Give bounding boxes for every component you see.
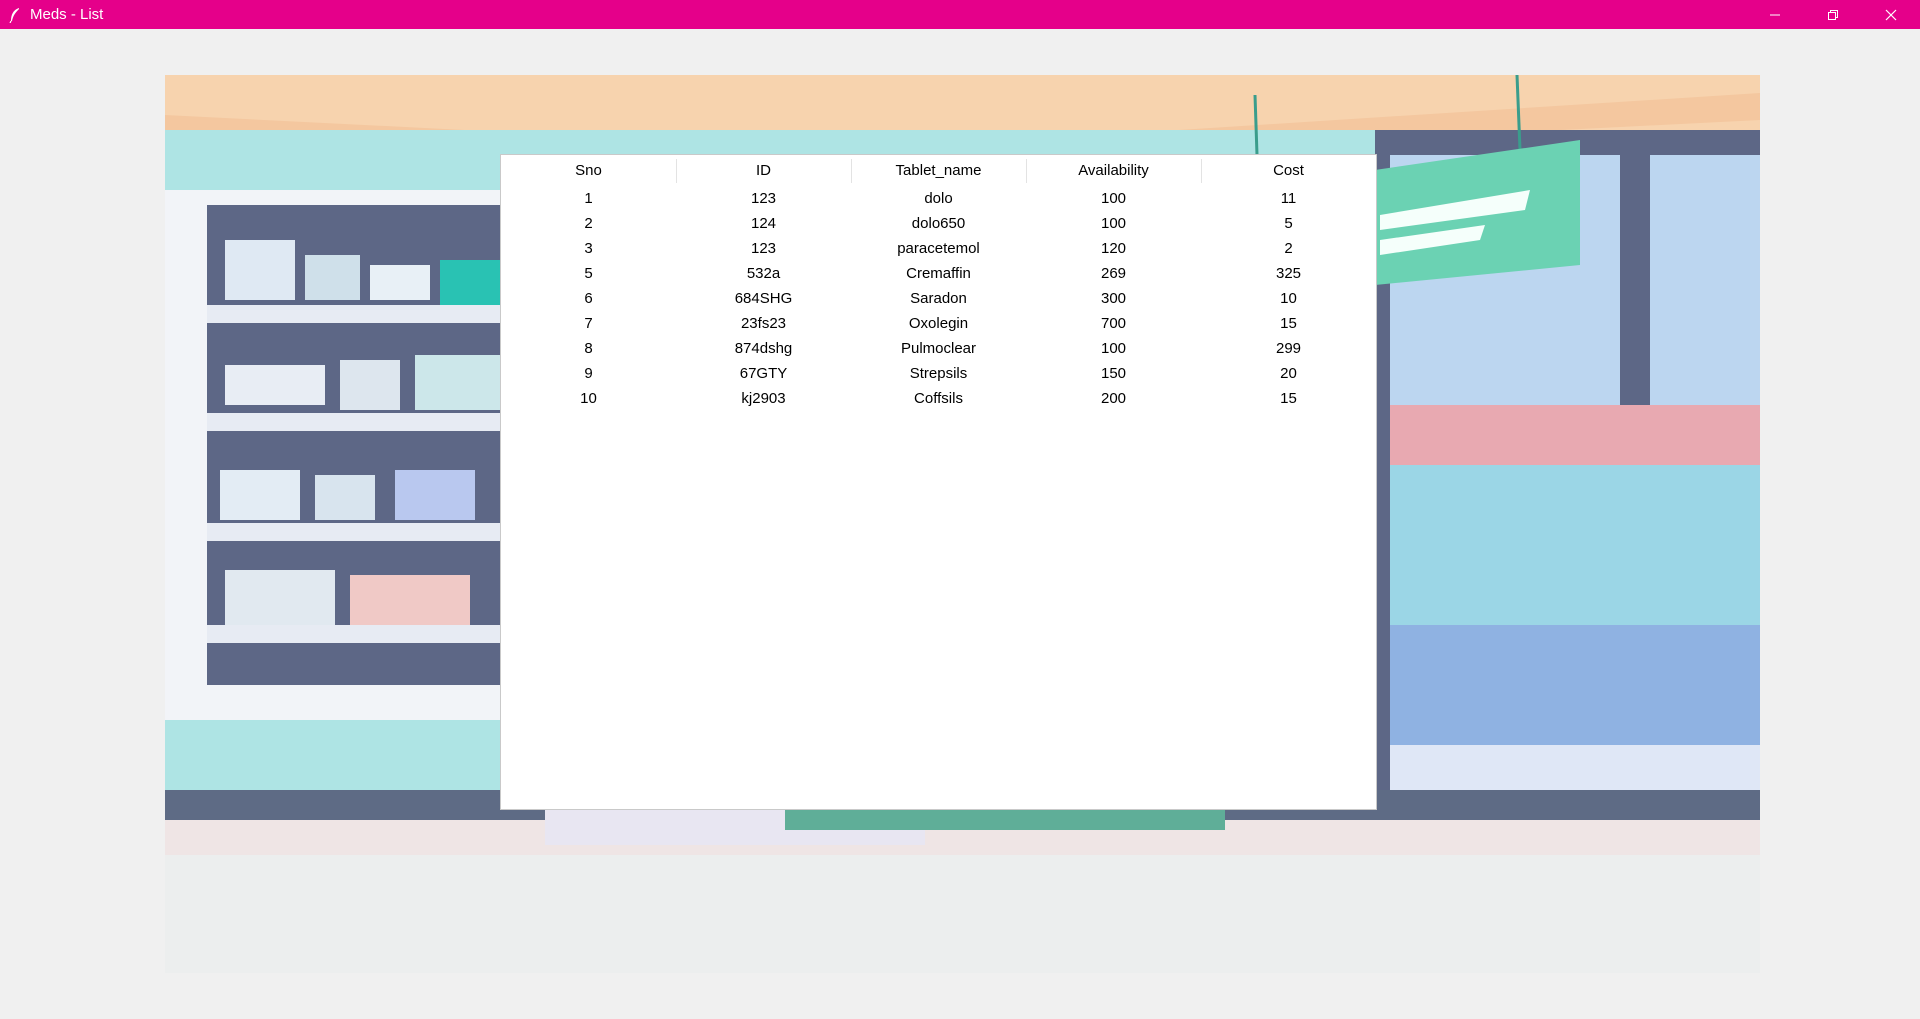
cell-availability: 300 <box>1100 290 1127 307</box>
cell-sno: 7 <box>584 315 593 332</box>
close-icon <box>1885 9 1897 20</box>
column-header-cost[interactable]: Cost <box>1201 155 1376 186</box>
table-row[interactable]: 5 532a Cremaffin 269 325 <box>501 261 1376 286</box>
cell-tablet-name: Saradon <box>910 290 967 307</box>
table-row[interactable]: 8 874dshg Pulmoclear 100 299 <box>501 336 1376 361</box>
cell-tablet-name: dolo650 <box>911 215 966 232</box>
cell-cost: 15 <box>1280 390 1297 407</box>
column-header-id[interactable]: ID <box>676 155 851 186</box>
close-button[interactable] <box>1862 0 1920 29</box>
cell-cost: 2 <box>1284 240 1293 257</box>
cell-cost: 10 <box>1280 290 1297 307</box>
cell-id: 124 <box>750 215 777 232</box>
cell-availability: 700 <box>1100 315 1127 332</box>
cell-tablet-name: dolo <box>924 190 953 207</box>
cell-sno: 5 <box>584 265 593 282</box>
table-row[interactable]: 2 124 dolo650 100 5 <box>501 211 1376 236</box>
feather-icon <box>6 6 24 24</box>
column-header-tablet-name[interactable]: Tablet_name <box>851 155 1026 186</box>
table-row[interactable]: 1 123 dolo 100 11 <box>501 186 1376 211</box>
cell-tablet-name: paracetemol <box>897 240 980 257</box>
cell-sno: 8 <box>584 340 593 357</box>
cell-cost: 11 <box>1280 190 1297 207</box>
cell-cost: 325 <box>1275 265 1302 282</box>
minimize-icon <box>1770 14 1780 15</box>
cell-tablet-name: Cremaffin <box>906 265 971 282</box>
restore-button[interactable] <box>1804 0 1862 29</box>
cell-availability: 200 <box>1100 390 1127 407</box>
cell-id: 123 <box>750 190 777 207</box>
cell-cost: 299 <box>1275 340 1302 357</box>
column-header-availability[interactable]: Availability <box>1026 155 1201 186</box>
window-controls <box>1746 0 1920 29</box>
table-row[interactable]: 9 67GTY Strepsils 150 20 <box>501 361 1376 386</box>
cell-cost: 5 <box>1284 215 1293 232</box>
cell-availability: 100 <box>1100 340 1127 357</box>
cell-availability: 100 <box>1100 215 1127 232</box>
cell-availability: 120 <box>1100 240 1127 257</box>
meds-table: Sno ID Tablet_name Availability Cost 1 1… <box>501 155 1376 411</box>
meds-table-panel: Sno ID Tablet_name Availability Cost 1 1… <box>500 154 1377 810</box>
window-title: Meds - List <box>30 6 104 23</box>
table-row[interactable]: 10 kj2903 Coffsils 200 15 <box>501 386 1376 411</box>
cell-availability: 269 <box>1100 265 1127 282</box>
cell-sno: 9 <box>584 365 593 382</box>
restore-icon <box>1828 9 1838 20</box>
table-row[interactable]: 7 23fs23 Oxolegin 700 15 <box>501 311 1376 336</box>
cell-tablet-name: Oxolegin <box>908 315 969 332</box>
cell-tablet-name: Strepsils <box>909 365 968 382</box>
cell-id: 532a <box>746 265 781 282</box>
cell-id: 67GTY <box>739 365 788 382</box>
cell-availability: 150 <box>1100 365 1127 382</box>
cell-id: 123 <box>750 240 777 257</box>
table-row[interactable]: 6 684SHG Saradon 300 10 <box>501 286 1376 311</box>
cell-sno: 6 <box>584 290 593 307</box>
cell-tablet-name: Coffsils <box>914 390 963 407</box>
cell-sno: 10 <box>580 390 597 407</box>
table-row[interactable]: 3 123 paracetemol 120 2 <box>501 236 1376 261</box>
cell-sno: 2 <box>584 215 593 232</box>
cell-tablet-name: Pulmoclear <box>900 340 977 357</box>
cell-cost: 15 <box>1280 315 1297 332</box>
title-bar: Meds - List <box>0 0 1920 29</box>
cell-id: kj2903 <box>741 390 786 407</box>
cell-sno: 1 <box>584 190 593 207</box>
cell-availability: 100 <box>1100 190 1127 207</box>
cell-sno: 3 <box>584 240 593 257</box>
column-header-sno[interactable]: Sno <box>501 155 676 186</box>
cell-id: 23fs23 <box>740 315 787 332</box>
minimize-button[interactable] <box>1746 0 1804 29</box>
cell-id: 874dshg <box>734 340 793 357</box>
cell-id: 684SHG <box>734 290 793 307</box>
table-header-row: Sno ID Tablet_name Availability Cost <box>501 155 1376 186</box>
cell-cost: 20 <box>1280 365 1297 382</box>
